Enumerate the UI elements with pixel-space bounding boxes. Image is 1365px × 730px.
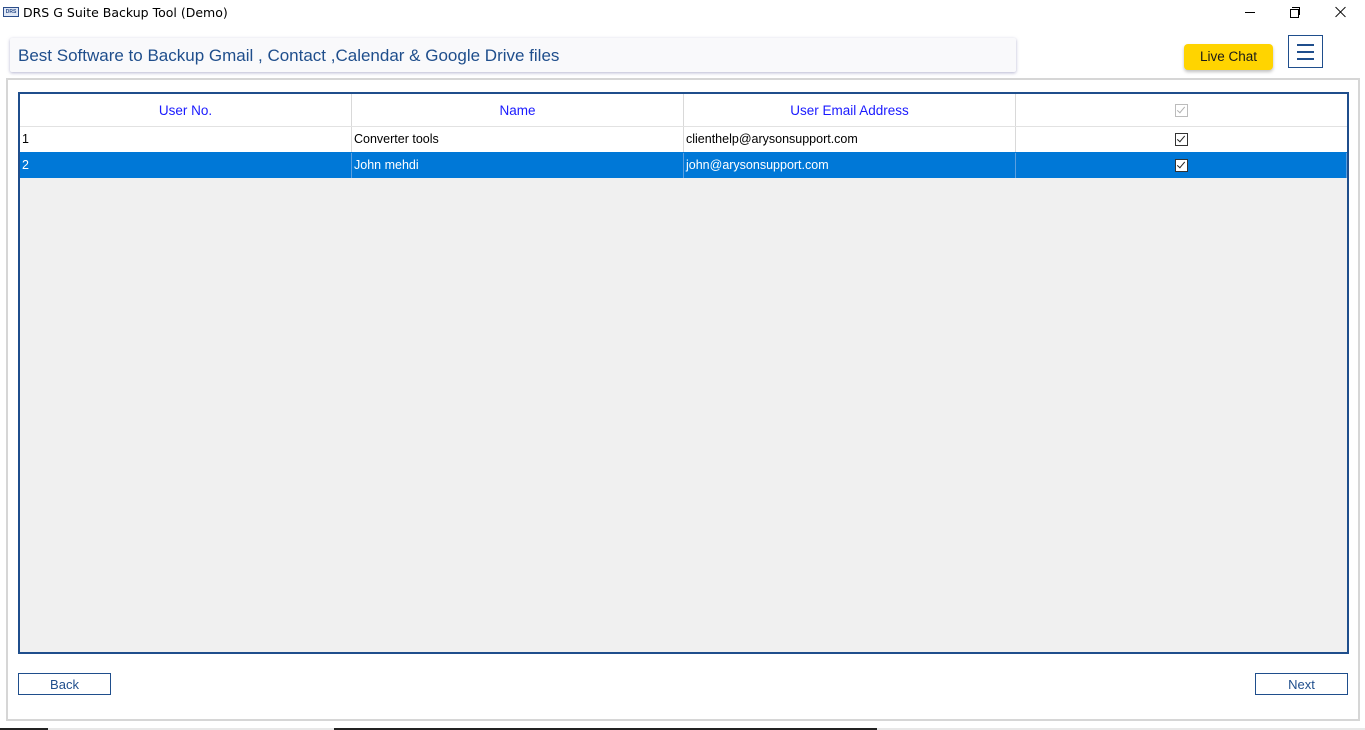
restore-icon	[1290, 7, 1300, 18]
hamburger-menu-icon	[1297, 43, 1314, 46]
cell-name: Converter tools	[352, 127, 684, 152]
row-checkbox[interactable]	[1174, 159, 1188, 172]
title-bar[interactable]: DRS DRS G Suite Backup Tool (Demo)	[0, 0, 1365, 26]
row-checkbox[interactable]	[1175, 133, 1188, 146]
column-header-select[interactable]	[1016, 94, 1347, 126]
table-header: User No. Name User Email Address	[20, 94, 1347, 126]
cell-email: john@arysonsupport.com	[684, 153, 1016, 178]
next-button[interactable]: Next	[1255, 673, 1348, 695]
close-icon	[1335, 6, 1347, 18]
cell-email: clienthelp@arysonsupport.com	[684, 127, 1016, 152]
app-logo-icon: DRS	[3, 7, 19, 17]
restore-button[interactable]	[1272, 0, 1318, 24]
column-header-user-no[interactable]: User No.	[20, 94, 352, 126]
cell-name: John mehdi	[352, 153, 684, 178]
back-button[interactable]: Back	[18, 673, 111, 695]
cell-select	[1016, 127, 1347, 152]
window-title: DRS G Suite Backup Tool (Demo)	[23, 5, 228, 20]
banner-title: Best Software to Backup Gmail , Contact …	[18, 46, 560, 65]
column-header-email[interactable]: User Email Address	[684, 94, 1016, 126]
header-banner: Best Software to Backup Gmail , Contact …	[10, 38, 1016, 72]
app-window: DRS DRS G Suite Backup Tool (Demo) Best …	[0, 0, 1365, 730]
column-header-name[interactable]: Name	[352, 94, 684, 126]
cell-user-no: 2	[20, 153, 352, 178]
cell-select	[1016, 153, 1347, 178]
table-row-selected[interactable]: 2 John mehdi john@arysonsupport.com	[20, 152, 1347, 178]
cell-user-no: 1	[20, 127, 352, 152]
table-body: 1 Converter tools clienthelp@arysonsuppo…	[20, 126, 1347, 178]
live-chat-button[interactable]: Live Chat	[1184, 44, 1273, 70]
users-table[interactable]: User No. Name User Email Address 1 Conve…	[18, 92, 1349, 654]
hamburger-menu-button[interactable]	[1288, 35, 1323, 68]
minimize-icon	[1245, 11, 1255, 13]
table-row[interactable]: 1 Converter tools clienthelp@arysonsuppo…	[20, 126, 1347, 152]
minimize-button[interactable]	[1227, 0, 1273, 24]
close-button[interactable]	[1318, 0, 1364, 24]
select-all-checkbox[interactable]	[1175, 103, 1188, 117]
